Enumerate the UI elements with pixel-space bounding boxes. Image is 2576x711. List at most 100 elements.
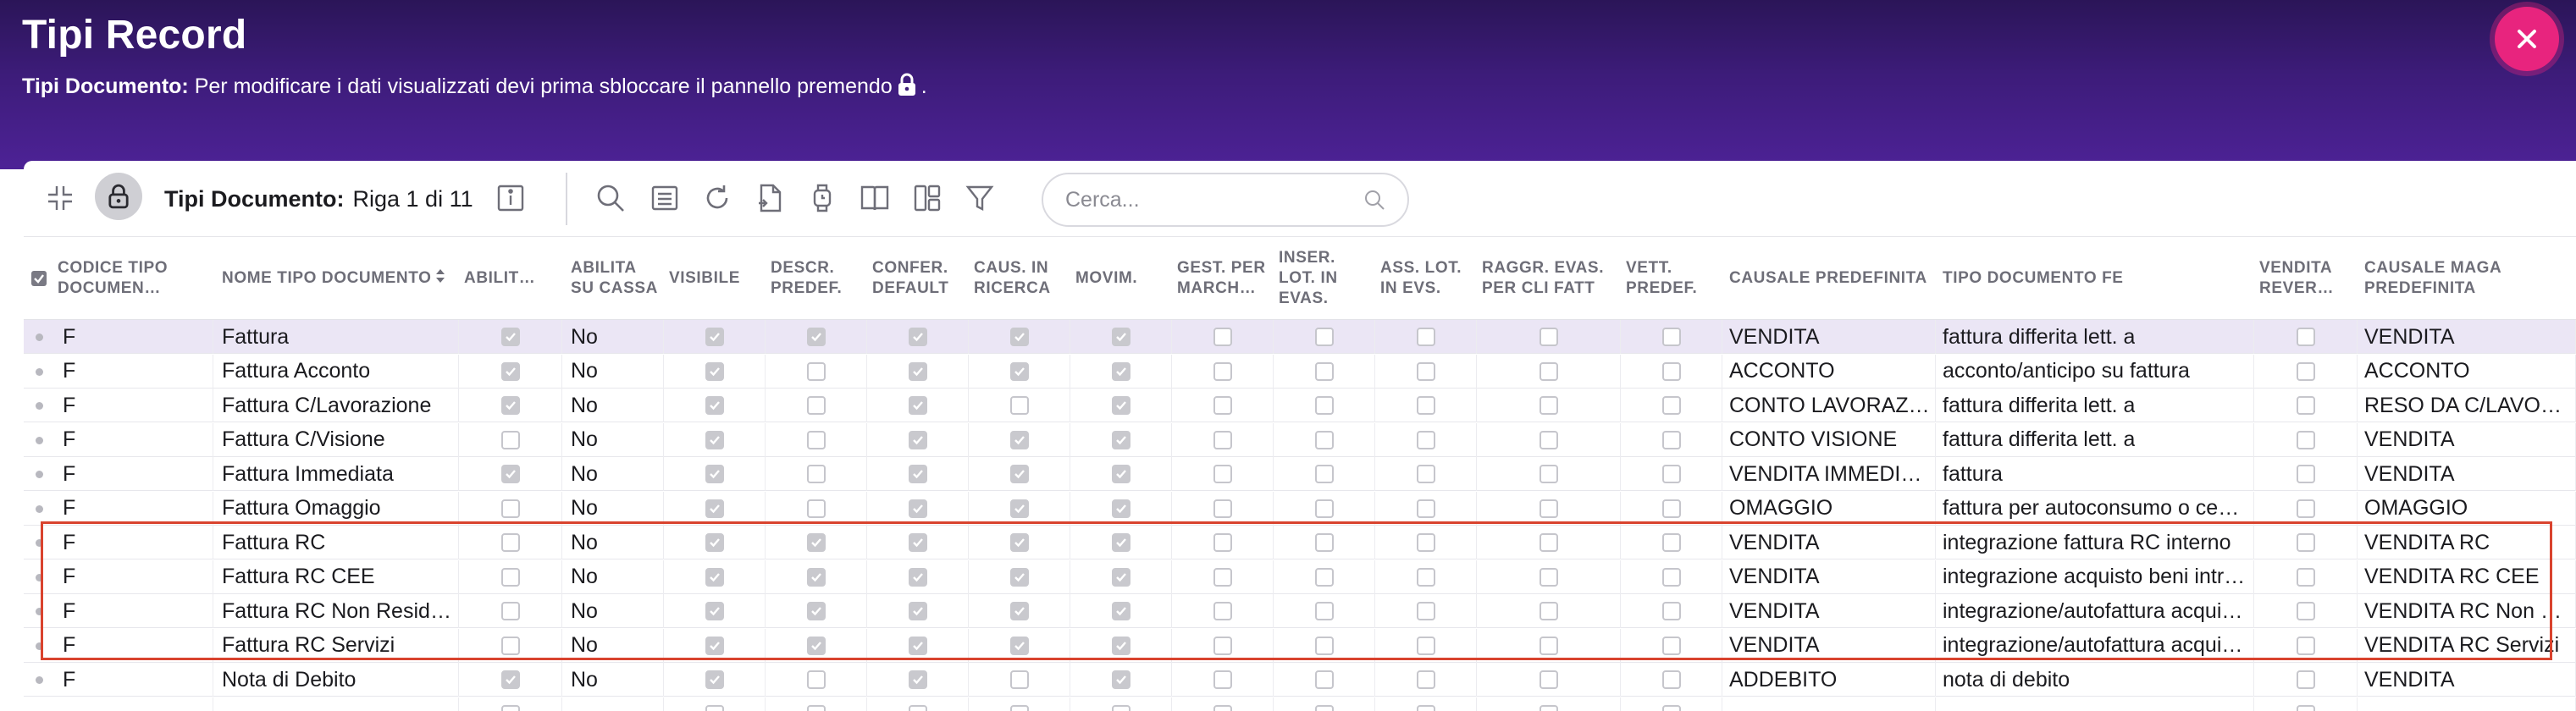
checkbox-vett[interactable] — [1661, 328, 1681, 346]
cell-name[interactable]: Fattura Immediata — [213, 457, 459, 491]
cell-cassa[interactable] — [562, 697, 664, 711]
checkbox-vis[interactable] — [705, 328, 724, 346]
checkbox-rever[interactable] — [2296, 499, 2315, 518]
cell-code[interactable]: F — [56, 422, 213, 457]
column-header-tipofe[interactable]: TIPO DOCUMENTO FE — [1943, 237, 2253, 320]
cell-tipofe[interactable]: integrazione/autofattura acqui… — [1936, 628, 2254, 663]
cell-causale[interactable]: VENDITA IMMEDIATA — [1722, 457, 1936, 491]
cell-code[interactable]: F — [56, 457, 213, 491]
column-header-caus[interactable]: CAUS. IN RICERCA — [974, 237, 1067, 320]
checkbox-raggr[interactable] — [1539, 328, 1558, 346]
checkbox-descr[interactable] — [806, 533, 826, 552]
checkbox-movim[interactable] — [1111, 567, 1130, 587]
column-header-movim[interactable]: MOVIM. — [1075, 237, 1169, 320]
cell-tipofe[interactable]: integrazione/autofattura acqui… — [1936, 594, 2254, 628]
book-icon[interactable] — [855, 176, 894, 220]
checkbox-ass[interactable] — [1416, 465, 1435, 483]
checkbox-inser[interactable] — [1314, 567, 1334, 587]
cell-causale[interactable]: VENDITA — [1722, 559, 1936, 594]
checkbox-gest[interactable] — [1213, 567, 1232, 587]
checkbox-rever[interactable] — [2296, 602, 2315, 620]
checkbox-abil[interactable] — [500, 636, 520, 655]
checkbox-movim[interactable] — [1111, 602, 1130, 620]
cell-magaz[interactable]: VENDITA — [2358, 457, 2576, 491]
cell-cassa[interactable]: No — [562, 491, 664, 526]
checkbox-movim[interactable] — [1111, 704, 1130, 711]
checkbox-descr[interactable] — [806, 430, 826, 449]
cell-magaz[interactable]: RESO DA C/LAVOR… — [2358, 389, 2576, 422]
checkbox-abil[interactable] — [500, 396, 520, 415]
cell-causale[interactable]: ADDEBITO — [1722, 663, 1936, 697]
cell-tipofe[interactable]: integrazione fattura RC interno — [1936, 526, 2254, 559]
checkbox-vett[interactable] — [1661, 396, 1681, 415]
checkbox-descr[interactable] — [806, 499, 826, 518]
info-icon[interactable] — [491, 176, 530, 220]
cell-cassa[interactable]: No — [562, 422, 664, 457]
checkbox-abil[interactable] — [500, 704, 520, 711]
column-header-code[interactable]: CODICE TIPO DOCUMEN… — [58, 237, 207, 320]
checkbox-caus[interactable] — [1009, 636, 1029, 655]
column-header-descr[interactable]: DESCR. PREDEF. — [771, 237, 864, 320]
checkbox-vis[interactable] — [705, 670, 724, 689]
cell-causale[interactable]: VENDITA — [1722, 526, 1936, 559]
checkbox-vis[interactable] — [705, 465, 724, 483]
checkbox-confer[interactable] — [908, 465, 927, 483]
cell-cassa[interactable]: No — [562, 457, 664, 491]
checkbox-caus[interactable] — [1009, 533, 1029, 552]
checkbox-raggr[interactable] — [1539, 636, 1558, 655]
checkbox-ass[interactable] — [1416, 499, 1435, 518]
export-icon[interactable] — [750, 176, 789, 220]
checkbox-rever[interactable] — [2296, 328, 2315, 346]
checkbox-caus[interactable] — [1009, 499, 1029, 518]
checkbox-confer[interactable] — [908, 636, 927, 655]
collapse-icon[interactable] — [42, 176, 78, 220]
checkbox-descr[interactable] — [806, 602, 826, 620]
checkbox-descr[interactable] — [806, 328, 826, 346]
cell-cassa[interactable]: No — [562, 628, 664, 663]
cell-name[interactable]: Fattura C/Visione — [213, 422, 459, 457]
checkbox-rever[interactable] — [2296, 465, 2315, 483]
checkbox-vis[interactable] — [705, 396, 724, 415]
checkbox-rever[interactable] — [2296, 430, 2315, 449]
checkbox-movim[interactable] — [1111, 670, 1130, 689]
checkbox-rever[interactable] — [2296, 533, 2315, 552]
search-input[interactable] — [1065, 187, 1363, 212]
checkbox-vis[interactable] — [705, 361, 724, 381]
column-header-vis[interactable]: VISIBILE — [669, 237, 762, 320]
checkbox-rever[interactable] — [2296, 361, 2315, 381]
checkbox-vett[interactable] — [1661, 465, 1681, 483]
checkbox-vis[interactable] — [705, 602, 724, 620]
cell-code[interactable]: F — [56, 526, 213, 559]
checkbox-confer[interactable] — [908, 533, 927, 552]
cell-tipofe[interactable]: nota di debito — [1936, 663, 2254, 697]
checkbox-confer[interactable] — [908, 670, 927, 689]
cell-tipofe[interactable]: fattura differita lett. a — [1936, 320, 2254, 354]
cell-causale[interactable]: OMAGGIO — [1722, 491, 1936, 526]
cell-tipofe[interactable]: acconto/anticipo su fattura — [1936, 354, 2254, 389]
checkbox-inser[interactable] — [1314, 499, 1334, 518]
cell-causale[interactable]: VENDITA — [1722, 594, 1936, 628]
checkbox-raggr[interactable] — [1539, 361, 1558, 381]
table-row[interactable]: F Fattura Immediata No VENDITA IMMEDIATA fat… — [24, 457, 2576, 491]
checkbox-inser[interactable] — [1314, 361, 1334, 381]
watch-icon[interactable] — [803, 176, 842, 220]
checkbox-abil[interactable] — [500, 465, 520, 483]
checkbox-rever[interactable] — [2296, 636, 2315, 655]
column-header-inser[interactable]: INSER. LOT. IN EVAS. — [1279, 237, 1372, 320]
cell-code[interactable]: F — [56, 594, 213, 628]
cell-magaz[interactable] — [2358, 697, 2576, 711]
checkbox-movim[interactable] — [1111, 430, 1130, 449]
checkbox-ass[interactable] — [1416, 396, 1435, 415]
cell-magaz[interactable]: VENDITA RC CEE — [2358, 559, 2576, 594]
checkbox-gest[interactable] — [1213, 396, 1232, 415]
checkbox-abil[interactable] — [500, 361, 520, 381]
cell-code[interactable]: F — [56, 628, 213, 663]
cell-tipofe[interactable]: fattura differita lett. a — [1936, 389, 2254, 422]
checkbox-inser[interactable] — [1314, 328, 1334, 346]
cell-name[interactable]: Fattura RC Servizi — [213, 628, 459, 663]
checkbox-abil[interactable] — [500, 499, 520, 518]
checkbox-caus[interactable] — [1009, 567, 1029, 587]
checkbox-raggr[interactable] — [1539, 670, 1558, 689]
checkbox-movim[interactable] — [1111, 465, 1130, 483]
column-header-causale[interactable]: CAUSALE PREDEFINITA — [1729, 237, 1934, 320]
